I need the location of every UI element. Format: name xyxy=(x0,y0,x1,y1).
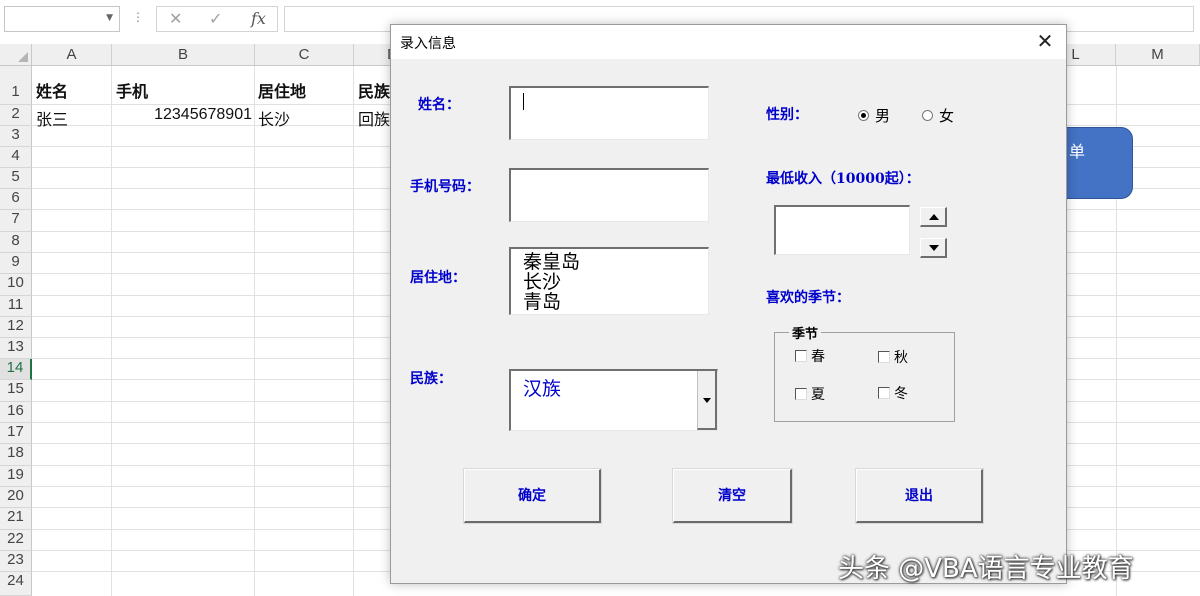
ok-button[interactable]: 确定 xyxy=(463,468,602,524)
row-header-19[interactable]: 19 xyxy=(0,466,32,487)
season-frame-caption: 季节 xyxy=(789,323,822,342)
income-input[interactable] xyxy=(774,205,910,255)
entry-dialog: 录入信息 ✕ 姓名： 手机号码： 居住地： 秦皇岛 长沙 青岛 民族： 汉族 性… xyxy=(390,24,1067,584)
ethnicity-combobox[interactable]: 汉族 xyxy=(509,369,718,431)
select-all-corner[interactable] xyxy=(0,44,32,66)
residence-label: 居住地： xyxy=(410,270,466,286)
row-header-15[interactable]: 15 xyxy=(0,380,32,402)
dialog-titlebar[interactable]: 录入信息 ✕ xyxy=(391,25,1066,59)
list-item[interactable]: 长沙 xyxy=(523,272,561,292)
list-item[interactable]: 青岛 xyxy=(523,292,561,312)
row-header-13[interactable]: 13 xyxy=(0,338,32,359)
row-header-4[interactable]: 4 xyxy=(0,147,32,168)
shape-button-text: 单 xyxy=(1069,142,1086,161)
watermark: 头条 @VBA语言专业教育 xyxy=(838,554,1134,584)
row-header-11[interactable]: 11 xyxy=(0,296,32,317)
phone-label: 手机号码： xyxy=(410,179,480,195)
residence-listbox[interactable]: 秦皇岛 长沙 青岛 xyxy=(509,247,709,315)
row-header-20[interactable]: 20 xyxy=(0,487,32,508)
checkbox-icon xyxy=(878,351,890,363)
row-header-7[interactable]: 7 xyxy=(0,210,32,232)
dialog-title: 录入信息 xyxy=(400,36,456,52)
row-header-23[interactable]: 23 xyxy=(0,551,32,572)
checkbox-icon xyxy=(795,388,807,400)
column-header-m[interactable]: M xyxy=(1116,44,1200,66)
cell-d2[interactable]: 回族 xyxy=(358,106,390,130)
row-header-2[interactable]: 2 xyxy=(0,105,32,126)
formula-buttons: ✕ ✓ fx xyxy=(156,6,278,32)
row-header-5[interactable]: 5 xyxy=(0,168,32,189)
list-item[interactable]: 秦皇岛 xyxy=(523,252,580,272)
name-input[interactable] xyxy=(509,86,709,140)
summer-checkbox[interactable]: 夏 xyxy=(795,384,825,404)
row-header-6[interactable]: 6 xyxy=(0,189,32,210)
exit-button[interactable]: 退出 xyxy=(855,468,984,524)
row-header-3[interactable]: 3 xyxy=(0,126,32,147)
row-header-17[interactable]: 17 xyxy=(0,423,32,444)
row-header-14[interactable]: 14 xyxy=(0,359,32,380)
season-frame: 季节 春 秋 夏 冬 xyxy=(774,323,955,422)
column-header-b[interactable]: B xyxy=(112,44,255,66)
row-header-8[interactable]: 8 xyxy=(0,232,32,253)
row-header-18[interactable]: 18 xyxy=(0,444,32,466)
checkbox-icon xyxy=(795,350,807,362)
formula-bar-grip: ⋮ xyxy=(132,10,144,24)
radio-selected-icon xyxy=(858,110,869,121)
cell-a2[interactable]: 张三 xyxy=(36,106,68,130)
row-header-21[interactable]: 21 xyxy=(0,508,32,530)
checkbox-icon xyxy=(878,387,890,399)
winter-checkbox[interactable]: 冬 xyxy=(878,383,908,403)
min-income-label: 最低收入（10000起）： xyxy=(766,171,920,187)
clear-button[interactable]: 清空 xyxy=(672,468,793,524)
insert-function-icon[interactable]: fx xyxy=(251,9,266,28)
row-header-9[interactable]: 9 xyxy=(0,253,32,274)
cell-c2[interactable]: 长沙 xyxy=(258,106,290,130)
enter-icon[interactable]: ✓ xyxy=(209,9,222,28)
name-box[interactable]: ▼ xyxy=(4,6,120,32)
text-caret xyxy=(523,93,524,110)
cell-c1[interactable]: 居住地 xyxy=(258,78,306,102)
row-header-22[interactable]: 22 xyxy=(0,530,32,551)
radio-empty-icon xyxy=(922,110,933,121)
gender-label: 性别： xyxy=(766,107,808,123)
column-header-c[interactable]: C xyxy=(255,44,354,66)
row-header-1[interactable]: 1 xyxy=(0,66,32,105)
cell-b1[interactable]: 手机 xyxy=(116,78,148,102)
cell-b2[interactable]: 12345678901 xyxy=(116,106,252,124)
row-header-24[interactable]: 24 xyxy=(0,572,32,596)
gender-male-radio[interactable]: 男 xyxy=(858,105,890,126)
cell-a1[interactable]: 姓名 xyxy=(36,78,68,102)
chevron-down-icon[interactable] xyxy=(697,371,717,430)
row-header-16[interactable]: 16 xyxy=(0,402,32,423)
ethnicity-value: 汉族 xyxy=(523,378,562,400)
close-icon[interactable]: ✕ xyxy=(1034,29,1056,53)
ethnicity-label: 民族： xyxy=(410,371,452,387)
column-header-a[interactable]: A xyxy=(32,44,112,66)
name-label: 姓名： xyxy=(418,97,460,113)
phone-input[interactable] xyxy=(509,168,709,222)
spring-checkbox[interactable]: 春 xyxy=(795,346,825,366)
row-header-10[interactable]: 10 xyxy=(0,274,32,296)
chevron-down-icon[interactable]: ▼ xyxy=(106,13,113,23)
cell-d1[interactable]: 民族 xyxy=(358,78,390,102)
row-header-12[interactable]: 12 xyxy=(0,317,32,338)
season-label: 喜欢的季节： xyxy=(766,290,850,306)
spin-up-button[interactable] xyxy=(920,207,947,227)
spin-down-button[interactable] xyxy=(920,238,947,258)
cancel-icon[interactable]: ✕ xyxy=(169,9,182,28)
autumn-checkbox[interactable]: 秋 xyxy=(878,347,908,367)
gender-female-radio[interactable]: 女 xyxy=(922,105,954,126)
